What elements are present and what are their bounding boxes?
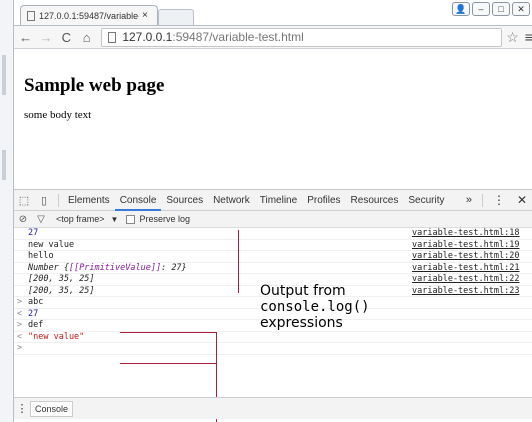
maximize-icon[interactable]: □ [492, 2, 510, 16]
page-info-icon[interactable] [108, 31, 117, 43]
devtools-panel: ⬚ ▯ Elements Console Sources Network Tim… [14, 189, 532, 422]
console-command: abc [28, 297, 44, 307]
page-heading: Sample web page [24, 75, 165, 96]
annotation-line-mark [238, 230, 239, 293]
chevron-down-icon[interactable]: ▼ [111, 215, 119, 224]
preserve-log-checkbox[interactable] [126, 214, 136, 224]
device-mode-icon[interactable]: ▯ [34, 194, 54, 207]
log-message: Number {[[PrimitiveValue]]: 27} [28, 263, 187, 273]
annotation-connector [120, 332, 217, 333]
close-devtools-icon[interactable]: ✕ [511, 193, 532, 207]
close-window-icon[interactable]: ✕ [512, 2, 530, 16]
console-result-row: < "new value" [14, 331, 532, 343]
new-tab-button[interactable] [158, 9, 194, 25]
source-link[interactable]: variable-test.html:20 [412, 251, 519, 263]
browser-window: 127.0.0.1:59487/variable-t × 👤 – □ ✕ ← →… [13, 0, 532, 422]
tab-network[interactable]: Network [208, 190, 255, 211]
annotation-line: Output from [260, 283, 346, 299]
divider [481, 193, 483, 207]
desktop-mark [2, 55, 6, 95]
devtools-tabbar: ⬚ ▯ Elements Console Sources Network Tim… [14, 190, 532, 211]
log-prefix: Number { [28, 262, 69, 273]
preserve-log-label: Preserve log [139, 214, 190, 224]
browser-tab[interactable]: 127.0.0.1:59487/variable-t × [20, 5, 158, 25]
source-link[interactable]: variable-test.html:19 [412, 240, 519, 252]
log-message: [200, 35, 25] [28, 285, 95, 296]
devtools-menu-icon[interactable]: ⋮ [487, 193, 511, 207]
document-icon [27, 10, 35, 21]
window-controls: 👤 – □ ✕ [452, 2, 530, 16]
source-link[interactable]: variable-test.html:18 [412, 228, 519, 240]
tab-timeline[interactable]: Timeline [255, 190, 302, 211]
console-prompt[interactable]: > [14, 343, 532, 355]
browser-menu-icon[interactable]: ≡ [525, 29, 532, 45]
more-tabs-icon[interactable]: » [460, 194, 478, 206]
tab-console[interactable]: Console [114, 190, 162, 211]
divider [58, 193, 59, 207]
user-icon[interactable]: 👤 [452, 2, 470, 16]
tab-close-icon[interactable]: × [142, 10, 148, 21]
bookmark-star-icon[interactable]: ☆ [506, 29, 519, 46]
result-icon: < [17, 308, 23, 319]
log-message: new value [28, 239, 75, 250]
console-row: Number {[[PrimitiveValue]]: 27} variable… [14, 263, 532, 275]
title-bar: 127.0.0.1:59487/variable-t × 👤 – □ ✕ [14, 0, 532, 25]
log-suffix: : 27} [161, 262, 187, 273]
tab-security[interactable]: Security [403, 190, 449, 211]
reload-icon[interactable]: C [58, 30, 75, 45]
minimize-icon[interactable]: – [472, 2, 490, 16]
tab-profiles[interactable]: Profiles [302, 190, 345, 211]
drawer-menu-icon[interactable]: ⋮ [14, 402, 30, 415]
context-selector[interactable]: <top frame> [56, 214, 105, 224]
source-link[interactable]: variable-test.html:23 [412, 286, 519, 298]
address-bar[interactable]: 127.0.0.1 :59487/variable-test.html [101, 27, 503, 47]
url-path: :59487/variable-test.html [172, 30, 304, 44]
log-message: 27 [28, 228, 39, 238]
tab-elements[interactable]: Elements [63, 190, 115, 211]
desktop-mark [2, 150, 6, 180]
log-message: hello [28, 251, 54, 261]
tab-sources[interactable]: Sources [161, 190, 208, 211]
prompt-icon: > [17, 343, 23, 353]
console-messages: 27 variable-test.html:18 new value varia… [14, 228, 532, 355]
log-message: [200, 35, 25] [28, 274, 95, 284]
page-body-text: some body text [24, 109, 92, 121]
source-link[interactable]: variable-test.html:21 [412, 263, 519, 275]
annotation-line: expressions [260, 315, 343, 331]
prompt-icon: > [17, 297, 23, 307]
forward-arrow-icon[interactable]: → [37, 30, 54, 45]
console-result: 27 [28, 308, 39, 319]
home-icon[interactable]: ⌂ [78, 30, 95, 45]
log-key: [[PrimitiveValue]] [68, 262, 162, 273]
inspect-element-icon[interactable]: ⬚ [14, 194, 34, 207]
console-row: hello variable-test.html:20 [14, 251, 532, 263]
tab-resources[interactable]: Resources [346, 190, 404, 211]
clear-console-icon[interactable]: ⊘ [14, 214, 32, 225]
desktop-left-strip [0, 0, 13, 422]
back-arrow-icon[interactable]: ← [17, 30, 34, 45]
filter-icon[interactable]: ▽ [32, 214, 50, 225]
console-filter-bar: ⊘ ▽ <top frame> ▼ Preserve log [14, 211, 532, 228]
tab-title: 127.0.0.1:59487/variable-t [39, 10, 139, 21]
console-result: "new value" [28, 331, 85, 342]
console-command: def [28, 320, 44, 330]
drawer-tab-console[interactable]: Console [30, 400, 74, 417]
console-row: 27 variable-test.html:18 [14, 228, 532, 240]
url-host: 127.0.0.1 [122, 30, 173, 44]
browser-toolbar: ← → C ⌂ 127.0.0.1 :59487/variable-test.h… [14, 25, 532, 49]
page-content: Sample web page some body text [14, 49, 532, 189]
annotation-connector [120, 363, 217, 364]
annotation-text: Output from console.log() expressions [260, 283, 370, 331]
devtools-actions: » ⋮ ✕ [460, 193, 532, 207]
annotation-line: console.log() [260, 299, 370, 315]
source-link[interactable]: variable-test.html:22 [412, 274, 519, 286]
console-drawer: ⋮ Console [14, 397, 532, 419]
prompt-icon: > [17, 320, 23, 330]
console-row: new value variable-test.html:19 [14, 239, 532, 252]
result-icon: < [17, 331, 23, 342]
